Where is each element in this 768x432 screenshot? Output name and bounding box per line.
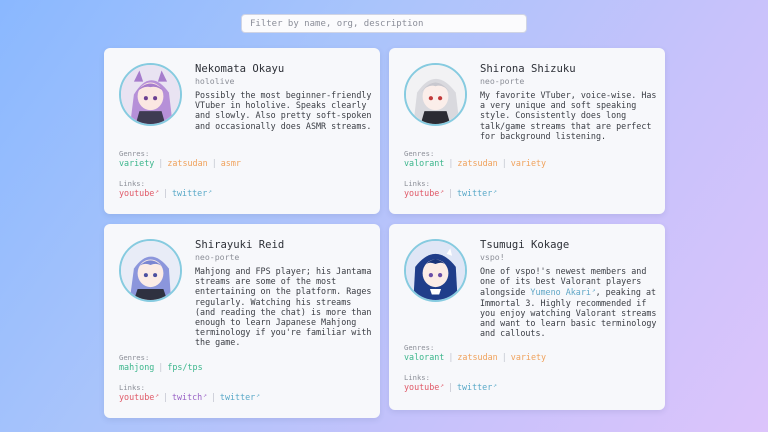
separator: | (158, 362, 164, 372)
separator: | (210, 392, 216, 402)
avatar-image (406, 241, 465, 300)
vtuber-name: Shirona Shizuku (480, 63, 576, 75)
links-label: Links: (404, 373, 430, 382)
separator: | (447, 188, 453, 198)
vtuber-card: Nekomata Okayu hololive Possibly the mos… (104, 48, 380, 214)
avatar-image (406, 65, 465, 124)
twitch-link[interactable]: twitch↗ (172, 392, 207, 402)
separator: | (501, 352, 507, 362)
separator: | (211, 158, 217, 168)
inline-vtuber-link[interactable]: Yumeno Akari↗ (530, 287, 595, 297)
vtuber-card: Shirayuki Reid neo-porte Mahjong and FPS… (104, 224, 380, 418)
vtuber-org: vspo! (480, 252, 505, 262)
links-label: Links: (119, 179, 145, 188)
separator: | (447, 382, 453, 392)
external-link-icon: ↗ (493, 382, 497, 389)
genres-label: Genres: (404, 343, 435, 352)
avatar (119, 239, 182, 302)
genre-tag[interactable]: asmr (221, 158, 241, 168)
search-input[interactable] (241, 14, 527, 33)
genre-tag[interactable]: fps/tps (167, 362, 202, 372)
vtuber-description: Mahjong and FPS player; his Jantama stre… (195, 266, 372, 348)
vtuber-org: neo-porte (195, 252, 240, 262)
external-link-icon: ↗ (256, 392, 260, 399)
avatar (119, 63, 182, 126)
external-link-icon: ↗ (203, 392, 207, 399)
vtuber-org: hololive (195, 76, 235, 86)
genre-tag[interactable]: mahjong (119, 362, 154, 372)
genres-label: Genres: (119, 149, 150, 158)
vtuber-card: Tsumugi Kokage vspo! One of vspo!'s newe… (389, 224, 665, 410)
external-link-icon: ↗ (440, 188, 444, 195)
genre-tag[interactable]: valorant (404, 352, 444, 362)
genre-tag[interactable]: zatsudan (457, 158, 497, 168)
genre-list: valorant | zatsudan | variety (404, 158, 546, 168)
genres-label: Genres: (404, 149, 435, 158)
twitter-link[interactable]: twitter↗ (172, 188, 212, 198)
youtube-link[interactable]: youtube↗ (119, 188, 159, 198)
genres-label: Genres: (119, 353, 150, 362)
avatar (404, 63, 467, 126)
genre-tag[interactable]: variety (511, 158, 546, 168)
avatar (404, 239, 467, 302)
separator: | (501, 158, 507, 168)
youtube-link[interactable]: youtube↗ (404, 382, 444, 392)
youtube-link[interactable]: youtube↗ (404, 188, 444, 198)
link-list: youtube↗ | twitter↗ (404, 382, 497, 392)
vtuber-description: Possibly the most beginner-friendly VTub… (195, 90, 372, 131)
genre-list: variety | zatsudan | asmr (119, 158, 241, 168)
vtuber-name: Tsumugi Kokage (480, 239, 570, 251)
avatar-image (121, 241, 180, 300)
vtuber-card: Shirona Shizuku neo-porte My favorite VT… (389, 48, 665, 214)
links-label: Links: (404, 179, 430, 188)
genre-tag[interactable]: variety (119, 158, 154, 168)
vtuber-org: neo-porte (480, 76, 525, 86)
link-list: youtube↗ | twitter↗ (119, 188, 212, 198)
external-link-icon: ↗ (155, 392, 159, 399)
avatar-image (121, 65, 180, 124)
genre-tag[interactable]: zatsudan (457, 352, 497, 362)
vtuber-description: One of vspo!'s newest members and one of… (480, 266, 657, 339)
separator: | (162, 392, 168, 402)
youtube-link[interactable]: youtube↗ (119, 392, 159, 402)
separator: | (448, 158, 454, 168)
genre-tag[interactable]: variety (511, 352, 546, 362)
vtuber-name: Nekomata Okayu (195, 63, 285, 75)
external-link-icon: ↗ (208, 188, 212, 195)
links-label: Links: (119, 383, 145, 392)
genre-tag[interactable]: zatsudan (167, 158, 207, 168)
external-link-icon: ↗ (155, 188, 159, 195)
separator: | (158, 158, 164, 168)
twitter-link[interactable]: twitter↗ (457, 382, 497, 392)
external-link-icon: ↗ (440, 382, 444, 389)
genre-list: mahjong | fps/tps (119, 362, 203, 372)
external-link-icon: ↗ (493, 188, 497, 195)
link-list: youtube↗ | twitch↗ | twitter↗ (119, 392, 260, 402)
vtuber-description: My favorite VTuber, voice-wise. Has a ve… (480, 90, 657, 141)
twitter-link[interactable]: twitter↗ (457, 188, 497, 198)
link-list: youtube↗ | twitter↗ (404, 188, 497, 198)
twitter-link[interactable]: twitter↗ (220, 392, 260, 402)
vtuber-name: Shirayuki Reid (195, 239, 285, 251)
separator: | (448, 352, 454, 362)
genre-list: valorant | zatsudan | variety (404, 352, 546, 362)
separator: | (162, 188, 168, 198)
genre-tag[interactable]: valorant (404, 158, 444, 168)
